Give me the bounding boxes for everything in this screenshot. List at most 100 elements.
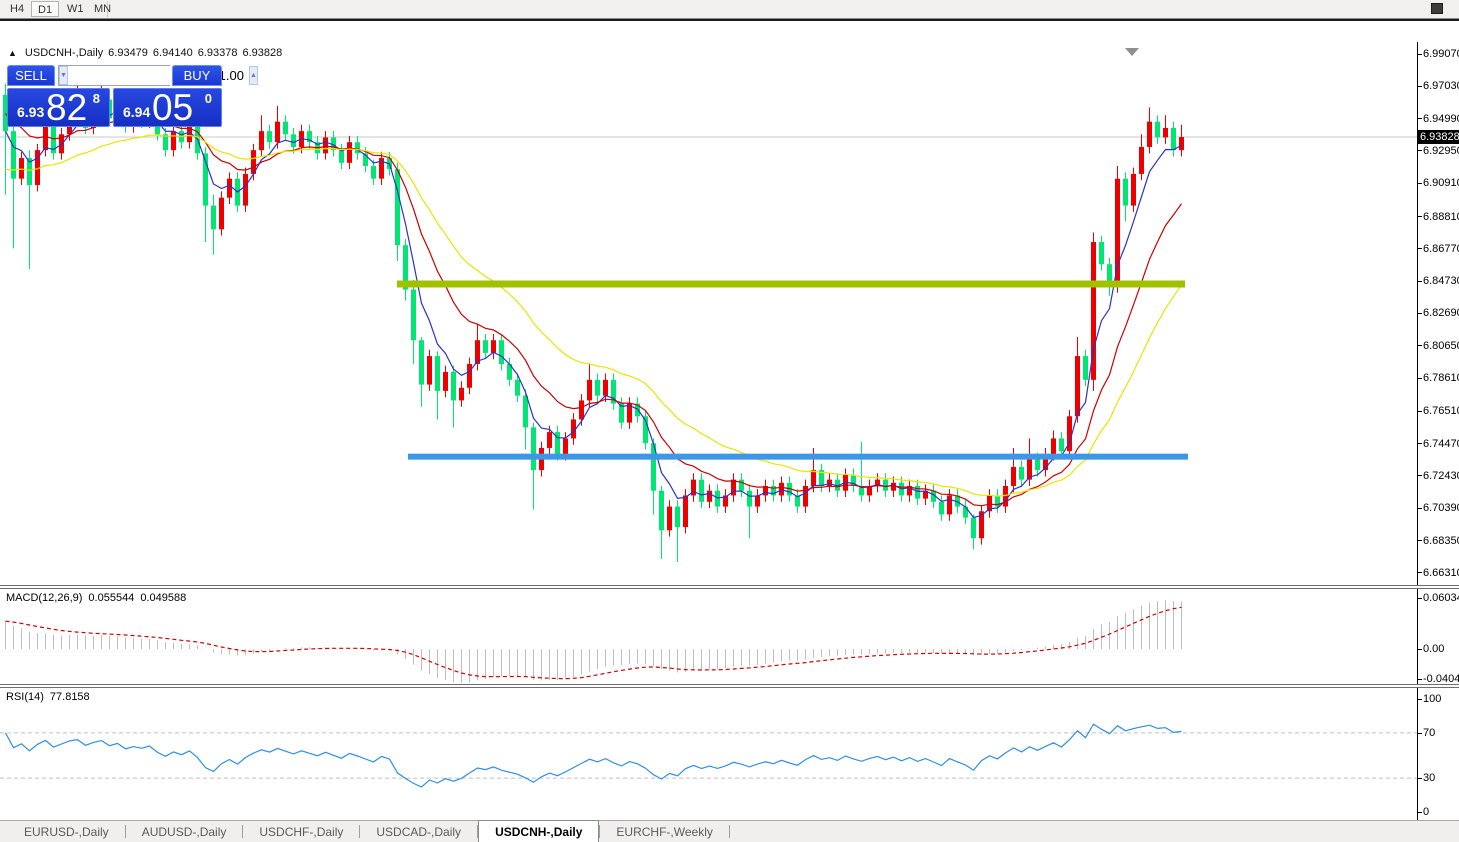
rsi-axis-tick	[1417, 778, 1422, 780]
rsi-axis-tick	[1417, 812, 1422, 813]
price-axis-label: 6.90910	[1423, 177, 1459, 190]
chart-symbol-period: USDCNH-,Daily	[24, 47, 104, 59]
macd-axis-tick	[1417, 649, 1422, 650]
macd-rsi-splitter[interactable]	[0, 684, 1459, 688]
price-axis-tick	[1417, 377, 1422, 379]
macd-name: MACD(12,26,9)	[6, 592, 83, 604]
one-click-trade-panel: SELL ▼ ▲ BUY 6.93 82 8 6.94 05 0	[7, 65, 258, 128]
price-axis-label: 6.80650	[1423, 339, 1459, 352]
timeframe-toolbar: H4 D1 W1 MN	[0, 0, 1459, 19]
rsi-name: RSI(14)	[6, 691, 44, 703]
rsi-value: 77.8158	[49, 691, 90, 703]
price-axis-label: 6.97030	[1423, 80, 1459, 93]
price-axis-label: 6.84730	[1423, 275, 1459, 288]
price-axis-tick	[1417, 118, 1422, 120]
chart-tab-usdcnh[interactable]: USDCNH-,Daily	[478, 820, 600, 842]
price-axis-label: 6.74470	[1423, 437, 1459, 450]
price-axis-tick	[1417, 85, 1422, 87]
price-axis-tick	[1417, 475, 1422, 477]
price-axis-tick	[1417, 443, 1422, 445]
rsi-axis-label: 100	[1423, 693, 1442, 705]
chart-tab-audusd[interactable]: AUDUSD-,Daily	[126, 821, 243, 842]
chart-tab-usdchf[interactable]: USDCHF-,Daily	[243, 821, 359, 842]
chart-tab-eurchf[interactable]: EURCHF-,Weekly	[600, 821, 728, 842]
price-axis-line	[1417, 42, 1418, 820]
tab-bar-pad	[0, 821, 8, 842]
toolbar-corner-icon[interactable]	[1431, 3, 1443, 14]
macd-indicator-label: MACD(12,26,9) 0.055544 0.049588	[6, 592, 192, 604]
price-axis-label: 6.76510	[1423, 405, 1459, 418]
sell-price-pip: 8	[92, 91, 100, 106]
price-axis-label: 6.68350	[1423, 534, 1459, 547]
mt4-window: H4 D1 W1 MN ▲ USDCNH-,Daily 6.93479 6.94140 6.9…	[0, 0, 1459, 842]
buy-price-prefix: 6.94	[123, 104, 151, 120]
chart-shift-marker-layer	[1125, 48, 1139, 56]
macd-axis-label: -0.040415	[1423, 673, 1459, 685]
trade-panel-collapse-icon[interactable]: ▲	[8, 48, 17, 58]
price-axis-tick	[1417, 280, 1422, 282]
sell-price-prefix: 6.93	[17, 104, 45, 120]
price-axis-tick	[1417, 53, 1422, 55]
macd-axis-label: 0.00	[1423, 643, 1445, 655]
macd-main-value: 0.055544	[88, 592, 135, 604]
price-axis-label: 6.88810	[1423, 210, 1459, 223]
price-axis-label: 6.72430	[1423, 469, 1459, 482]
rsi-axis-label: 0	[1423, 806, 1430, 818]
rsi-axis-tick	[1417, 732, 1422, 734]
price-axis-tick	[1417, 345, 1422, 347]
sell-price-main: 82	[46, 87, 88, 128]
ohlc-close: 6.93828	[242, 47, 283, 59]
buy-price-main: 05	[152, 87, 194, 128]
price-axis-label: 6.92950	[1423, 144, 1459, 157]
buy-price-pip: 0	[204, 91, 212, 106]
rsi-axis-tick	[1417, 699, 1422, 700]
price-axis-label: 6.66310	[1423, 566, 1459, 579]
price-axis-label: 6.86770	[1423, 242, 1459, 255]
price-axis-tick	[1417, 507, 1422, 509]
rsi-indicator-label: RSI(14) 77.8158	[6, 691, 96, 703]
chart-window: ▲ USDCNH-,Daily 6.93479 6.94140 6.93378 6.938…	[0, 19, 1459, 842]
price-axis-label: 6.78610	[1423, 372, 1459, 385]
price-axis-tick	[1417, 182, 1422, 184]
price-axis-tick	[1417, 216, 1422, 218]
macd-axis-tick	[1417, 598, 1422, 600]
buy-price-button[interactable]: 6.94 05 0	[113, 87, 222, 128]
toolbar-timeframe-h4[interactable]: H4	[4, 1, 30, 17]
ohlc-low: 6.93378	[197, 47, 238, 59]
rsi-axis-label: 30	[1423, 772, 1436, 785]
price-axis-label: 6.94990	[1423, 112, 1459, 125]
buy-button[interactable]: BUY	[172, 65, 222, 86]
volume-stepper: ▼ ▲	[58, 65, 258, 86]
macd-signal-value: 0.049588	[140, 592, 187, 604]
chart-tab-usdcad[interactable]: USDCAD-,Daily	[360, 821, 477, 842]
chart-tab-eurusd[interactable]: EURUSD-,Daily	[8, 821, 125, 842]
ohlc-high: 6.94140	[152, 47, 193, 59]
macd-pane-layer	[5, 600, 1182, 684]
toolbar-timeframe-mn[interactable]: MN	[88, 1, 117, 17]
rsi-axis-label: 70	[1423, 726, 1436, 739]
tab-separator	[728, 825, 730, 838]
macd-axis-tick	[1417, 679, 1422, 680]
volume-decrease-icon[interactable]: ▼	[59, 66, 68, 85]
chart-tab-bar: EURUSD-,Daily AUDUSD-,Daily USDCHF-,Daily U…	[0, 820, 1459, 842]
sell-price-button[interactable]: 6.93 82 8	[7, 87, 110, 128]
current-price-tag: 6.93828	[1418, 130, 1459, 145]
volume-increase-icon[interactable]: ▲	[248, 66, 258, 85]
price-axis-tick	[1417, 150, 1422, 152]
sell-button[interactable]: SELL	[7, 65, 55, 86]
chart-canvas	[0, 48, 1417, 788]
price-pane-layer	[0, 78, 1417, 562]
price-axis-label: 6.82690	[1423, 307, 1459, 320]
price-axis-label: 6.99070	[1423, 48, 1459, 60]
ohlc-header: ▲ USDCNH-,Daily 6.93479 6.94140 6.93378 6.938…	[8, 47, 287, 59]
price-axis-label: 6.70390	[1423, 502, 1459, 515]
macd-axis-label: 0.060342	[1423, 592, 1459, 605]
rsi-pane-layer	[0, 723, 1417, 788]
price-axis-tick	[1417, 312, 1422, 314]
main-macd-splitter[interactable]	[0, 585, 1459, 589]
toolbar-timeframe-w1[interactable]: W1	[61, 1, 90, 17]
toolbar-timeframe-d1[interactable]: D1	[31, 1, 60, 17]
price-axis-tick	[1417, 248, 1422, 250]
ohlc-open: 6.93479	[108, 47, 148, 59]
price-axis-tick	[1417, 540, 1422, 542]
